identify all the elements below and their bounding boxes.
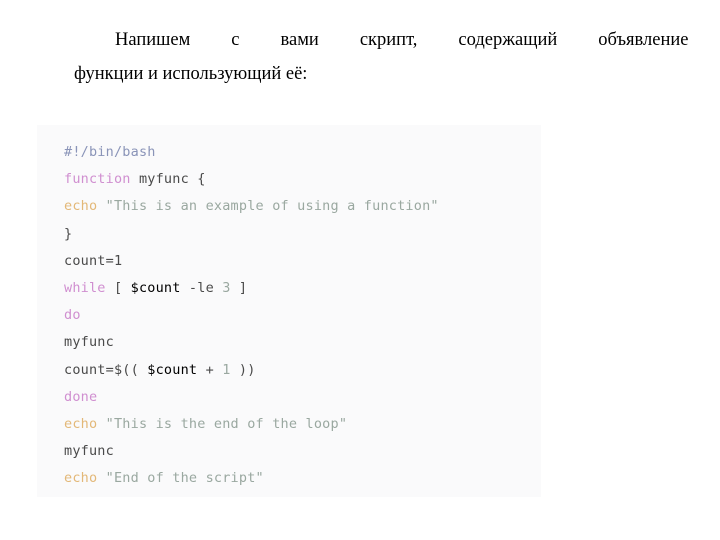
code-token-builtin: echo [64, 415, 98, 432]
code-line-do: do [64, 302, 541, 329]
paragraph-line-1: Напишем с вами скрипт, содержащий объявление [33, 23, 688, 57]
code-line-func-decl: function myfunc { [64, 166, 541, 193]
code-line-echo-endscript: echo "End of the script" [64, 465, 541, 492]
code-lines-container: #!/bin/bash function myfunc {echo "This i… [64, 139, 541, 492]
code-token-variable: $count [130, 279, 181, 296]
code-line-echo-example: echo "This is an example of using a func… [64, 193, 541, 220]
code-token-variable: $count [147, 361, 198, 378]
code-line-done: done [64, 384, 541, 411]
paragraph-word: вами [280, 30, 319, 50]
code-token-plain: myfunc [64, 334, 114, 351]
code-token-builtin: echo [64, 470, 98, 487]
code-token-string: "This is the end of the loop" [105, 415, 348, 432]
code-line-echo-endloop: echo "This is the end of the loop" [64, 411, 541, 438]
code-token-string: "This is an example of using a function" [105, 198, 439, 215]
code-token-builtin: echo [64, 198, 98, 215]
code-token-plain: + [197, 361, 223, 378]
code-token-keyword: function [64, 171, 131, 188]
code-token-plain: myfunc { [130, 171, 206, 188]
code-token-keyword: do [64, 307, 81, 324]
paragraph-word: Напишем [115, 30, 191, 50]
code-token-plain: )) [230, 361, 256, 378]
code-line-count-init: count=1 [64, 248, 541, 275]
code-token-comment: #!/bin/bash [64, 144, 156, 160]
paragraph-word: скрипт, [359, 30, 418, 50]
code-line-func-close: } [64, 221, 541, 248]
code-token-plain: count=$(( [64, 361, 148, 378]
code-token-plain: -le [180, 279, 223, 296]
intro-paragraph: Напишем с вами скрипт, содержащий объявление … [33, 23, 688, 91]
code-token-keyword: done [64, 388, 98, 405]
code-token-plain: [ [105, 279, 131, 296]
code-token-plain: myfunc [64, 443, 114, 460]
code-line-count-incr: count=$(( $count + 1 )) [64, 357, 541, 384]
code-token-plain: count=1 [64, 252, 123, 269]
code-token-plain: } [64, 225, 73, 242]
document-page: Напишем с вами скрипт, содержащий объявление … [0, 0, 720, 540]
code-token-string: 1 [222, 361, 231, 378]
paragraph-line-2: функции и использующий её: [74, 64, 308, 84]
code-token-string: 3 [222, 279, 231, 296]
paragraph-word: с [231, 30, 240, 50]
bash-code-block: #!/bin/bash function myfunc {echo "This i… [37, 125, 541, 497]
paragraph-word: объявление [598, 30, 689, 50]
code-line-shebang: #!/bin/bash [64, 139, 541, 166]
code-line-call-myfunc-1: myfunc [64, 329, 541, 356]
code-token-plain: ] [230, 279, 248, 296]
paragraph-word: содержащий [458, 30, 558, 50]
code-line-while-cond: while [ $count -le 3 ] [64, 275, 541, 302]
code-token-keyword: while [64, 279, 106, 296]
code-token-string: "End of the script" [105, 470, 264, 487]
code-line-call-myfunc-2: myfunc [64, 438, 541, 465]
